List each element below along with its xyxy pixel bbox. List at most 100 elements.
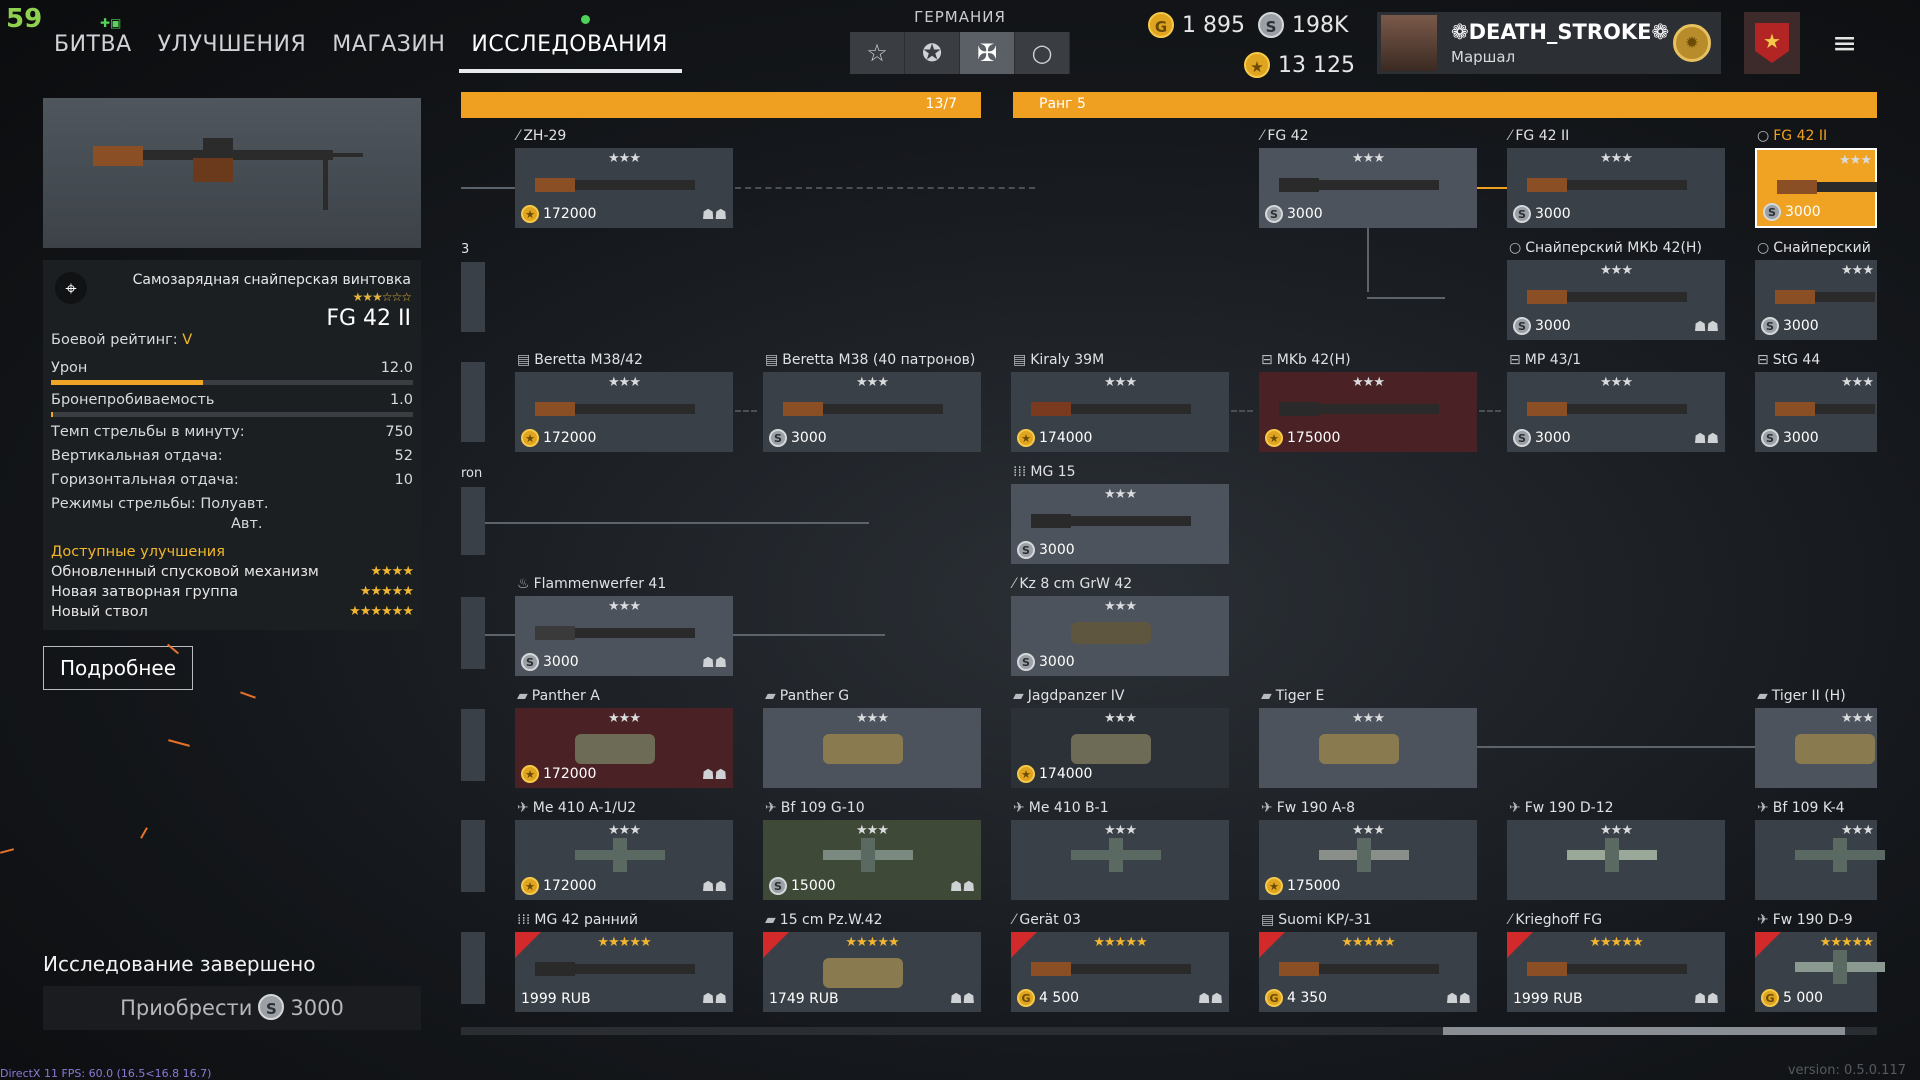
tree-card-fw190-d9[interactable]: ★★★★★ G5 000 [1755,932,1885,1012]
tree-card-panther-g[interactable]: ★★★ [763,708,981,788]
tree-card-tiger-e[interactable]: ★★★ [1259,708,1477,788]
player-profile[interactable]: ❁DEATH_STROKE❁ Маршал ✹ [1377,12,1721,74]
tree-card-zh-29[interactable]: ★★★ ★ 172000 ☗☗ [515,148,733,228]
tree-card-gerat-03[interactable]: ★★★★★ G4 500 ☗☗ [1011,932,1229,1012]
card-title: ▰ 15 cm Pz.W.42 [765,912,883,928]
tree-card-sniper-mkb[interactable]: ★★★ S 3000 ☗☗ [1507,260,1725,340]
iron-cross-icon[interactable]: ✠ [960,32,1015,74]
horizontal-scrollbar[interactable] [461,1027,1877,1035]
tree-card-fg-42[interactable]: ★★★ S 3000 [1259,148,1477,228]
card-title: ○ FG 42 II [1757,128,1828,144]
connector [1231,410,1253,412]
squad-icon: ☗☗ [1445,991,1471,1007]
connector [735,187,1035,189]
circle-icon[interactable]: ○ [1015,32,1070,74]
details-button[interactable]: Подробнее [43,646,193,690]
tree-card-tiger-ii[interactable]: ★★★ [1755,708,1877,788]
silver-coin-icon: S [1258,12,1284,38]
shield-star-icon: ★ [1755,23,1789,63]
tree-card-mg-15[interactable]: ★★★ S 3000 [1011,484,1229,564]
tree-card-bf109-k4[interactable]: ★★★ [1755,820,1885,900]
tree-card-mg42-early[interactable]: ★★★★★ 1999 RUB ☗☗ [515,932,733,1012]
squad-icon: ☗☗ [949,879,975,895]
nav-battle[interactable]: БИТВА [42,28,146,73]
tree-card-suomi[interactable]: ★★★★★ G4 350 ☗☗ [1259,932,1477,1012]
card-title: ⁄ Gerät 03 [1013,912,1081,928]
fire-modes: Режимы стрельбы: Полуавт. [51,496,269,512]
connector [1477,746,1761,748]
squad-icon: ☗☗ [701,879,727,895]
tree-card-fg-42-ii-selected[interactable]: ★★★ S 3000 [1755,148,1877,228]
tree-card-fw190-d12[interactable]: ★★★ [1507,820,1725,900]
scrollbar-thumb[interactable] [1443,1027,1845,1035]
tree-card-jagdpanzer[interactable]: ★★★ ★ 174000 [1011,708,1229,788]
squad-icon: ☗☗ [701,767,727,783]
card-title: ⊟ StG 44 [1757,352,1821,368]
gold-balance: G 1 895 [1148,12,1245,38]
rifle-image [93,138,363,210]
nation-selector: ГЕРМАНИЯ ☆ ✪ ✠ ○ [850,8,1070,74]
research-tree: 13/7 Ранг 5 3 ron ⁄ ZH-29 ★★★ ★ 172000 ☗☗ … [461,92,1885,1042]
tree-card-beretta-m38[interactable]: ★★★ S 3000 [763,372,981,452]
connector [485,522,869,524]
circle-star-icon[interactable]: ✪ [905,32,960,74]
weapon-type: Самозарядная снайперская винтовка [132,272,411,288]
tree-card-flammenwerfer[interactable]: ★★★ S 3000 ☗☗ [515,596,733,676]
tree-card-pz-w42[interactable]: ★★★★★ 1749 RUB ☗☗ [763,932,981,1012]
new-indicator-dot [581,15,590,24]
tree-card-fg-42-ii[interactable]: ★★★ S 3000 [1507,148,1725,228]
fps-counter: 59 [6,4,43,34]
tree-card-kz-grw42[interactable]: ★★★ S 3000 [1011,596,1229,676]
tree-card-kiraly[interactable]: ★★★ ★ 174000 [1011,372,1229,452]
player-name: ❁DEATH_STROKE❁ [1451,20,1670,44]
hamburger-menu-icon[interactable]: ≡ [1832,26,1857,61]
tree-card-bf109-g10[interactable]: ★★★ S 15000 ☗☗ [763,820,981,900]
damage-bar [51,380,413,385]
squad-icon: ☗☗ [1693,431,1719,447]
player-rank: Маршал [1451,48,1516,66]
squad-icon: ☗☗ [701,991,727,1007]
clan-badge[interactable]: ★ [1744,12,1800,74]
tree-card-me410-a1[interactable]: ★★★ ★ 172000 ☗☗ [515,820,733,900]
tree-card-me410-b1[interactable]: ★★★ [1011,820,1229,900]
weapon-preview [43,98,421,248]
card-title: ▤ Suomi KP/-31 [1261,912,1372,928]
version-label: version: 0.5.0.117 [1787,1063,1906,1078]
squad-icon: ☗☗ [1693,319,1719,335]
purchase-button[interactable]: Приобрести S 3000 [43,986,421,1030]
nav-research[interactable]: ИССЛЕДОВАНИЯ [459,28,682,73]
star-icon[interactable]: ☆ [850,32,905,74]
tree-card-panther-a[interactable]: ★★★ ★ 172000 ☗☗ [515,708,733,788]
squad-icon: ☗☗ [701,655,727,671]
tree-card-sniper-2[interactable]: ★★★ S 3000 [1755,260,1877,340]
connector [735,410,757,412]
tree-card-krieghoff[interactable]: ★★★★★ 1999 RUB ☗☗ [1507,932,1725,1012]
squad-icon: ☗☗ [1197,991,1223,1007]
card-title: ✈ Me 410 B-1 [1013,800,1109,816]
tree-card-mp43-1[interactable]: ★★★ S 3000 ☗☗ [1507,372,1725,452]
card-title: ▰ Panther A [517,688,600,704]
weapon-name: FG 42 II [326,306,411,331]
avatar[interactable] [1381,15,1437,71]
card-title: ⁄ Krieghoff FG [1509,912,1603,928]
tree-card-mkb-42h[interactable]: ★★★ ★ 175000 [1259,372,1477,452]
partial-card [461,597,485,669]
battle-rating: Боевой рейтинг: V [51,332,193,348]
partial-card [461,820,485,892]
squad-icon: ☗☗ [701,207,727,223]
nav-shop[interactable]: МАГАЗИН [320,28,459,73]
upgrade-item: Новый ствол ★★★★★★ [51,604,414,620]
stat-rate: Темп стрельбы в минуту: 750 [51,424,413,440]
upgrade-item: Новая затворная группа ★★★★★ [51,584,414,600]
card-title: ⁞⁞⁞ MG 15 [1013,464,1076,480]
gold-coin-icon: G [1148,12,1174,38]
tree-card-fw190-a8[interactable]: ★★★ ★ 175000 [1259,820,1477,900]
fire-modes-auto: Авт. [231,516,263,532]
card-title: ▤ Beretta M38/42 [517,352,643,368]
tree-card-stg-44[interactable]: ★★★ S 3000 [1755,372,1877,452]
nav-upgrades[interactable]: УЛУЧШЕНИЯ [146,28,321,73]
card-title: ⁞⁞⁞ MG 42 ранний [517,912,638,928]
card-title: ⊟ MP 43/1 [1509,352,1582,368]
tree-card-beretta-m38-42[interactable]: ★★★ ★ 172000 [515,372,733,452]
card-title: ✈ Fw 190 D-9 [1757,912,1853,928]
